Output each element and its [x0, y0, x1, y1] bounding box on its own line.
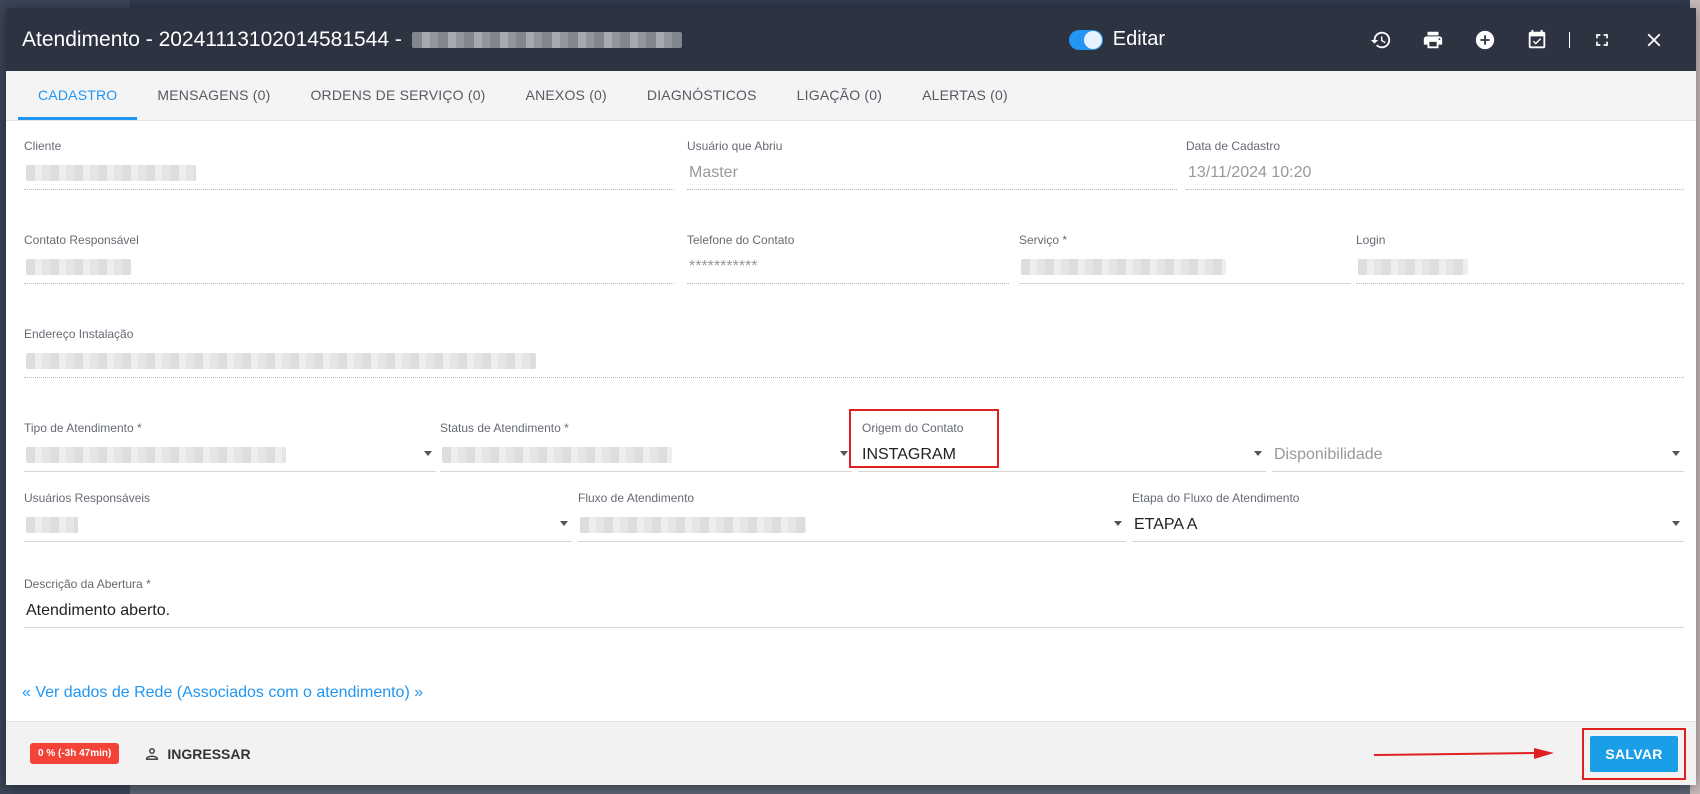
- descricao-abertura-value: Atendimento aberto.: [26, 602, 171, 619]
- redacted-cliente: [26, 165, 196, 181]
- tipo-atendimento-select[interactable]: Tipo de Atendimento *: [24, 421, 436, 475]
- usuario-abriu-value: Master: [689, 164, 738, 181]
- print-icon[interactable]: [1407, 20, 1459, 60]
- telefone-contato-label: Telefone do Contato: [687, 233, 795, 247]
- origem-contato-highlight: [849, 409, 999, 468]
- etapa-fluxo-select[interactable]: Etapa do Fluxo de Atendimento ETAPA A: [1132, 491, 1684, 545]
- usuario-abriu-label: Usuário que Abriu: [687, 139, 783, 153]
- status-atendimento-select[interactable]: Status de Atendimento *: [440, 421, 852, 475]
- sla-badge: 0 % (-3h 47min): [30, 743, 120, 764]
- modal-footer: 0 % (-3h 47min) INGRESSAR SALVAR: [6, 721, 1696, 785]
- redacted-usuarios: [26, 517, 78, 533]
- redacted-tipo-atendimento: [26, 447, 286, 463]
- redacted-contato: [26, 259, 131, 275]
- tab-alertas[interactable]: ALERTAS (0): [902, 70, 1028, 120]
- chevron-down-icon: [1254, 451, 1262, 456]
- endereco-field[interactable]: Endereço Instalação: [24, 327, 1684, 381]
- status-atendimento-label: Status de Atendimento *: [440, 421, 569, 435]
- tab-bar: CADASTRO MENSAGENS (0) ORDENS DE SERVIÇO…: [6, 71, 1696, 121]
- data-cadastro-label: Data de Cadastro: [1186, 139, 1281, 153]
- etapa-fluxo-value: ETAPA A: [1134, 516, 1198, 533]
- contato-responsavel-field[interactable]: Contato Responsável: [24, 233, 674, 287]
- ingressar-button[interactable]: INGRESSAR: [143, 745, 251, 763]
- header-actions: [1355, 20, 1680, 60]
- edit-label: Editar: [1112, 28, 1165, 50]
- redacted-login: [1358, 259, 1468, 275]
- cadastro-form: Cliente Usuário que Abriu Master Data de…: [6, 121, 1696, 721]
- chevron-down-icon: [1672, 521, 1680, 526]
- usuarios-responsaveis-label: Usuários Responsáveis: [24, 491, 151, 505]
- chevron-down-icon: [1672, 451, 1680, 456]
- data-cadastro-value: 13/11/2024 10:20: [1188, 164, 1312, 181]
- disponibilidade-placeholder: Disponibilidade: [1274, 446, 1383, 463]
- redacted-fluxo: [580, 517, 806, 533]
- login-field[interactable]: Login: [1356, 233, 1684, 287]
- cliente-field[interactable]: Cliente: [24, 139, 674, 193]
- ingressar-label: INGRESSAR: [167, 745, 251, 762]
- servico-field[interactable]: Serviço *: [1019, 233, 1351, 287]
- tab-cadastro[interactable]: CADASTRO: [18, 70, 138, 120]
- modal-header: Atendimento - 20241113102014581544 - Edi…: [6, 8, 1696, 71]
- edit-switch[interactable]: [1068, 29, 1103, 50]
- tipo-atendimento-label: Tipo de Atendimento *: [24, 421, 142, 435]
- tab-anexos[interactable]: ANEXOS (0): [506, 70, 627, 120]
- network-data-link[interactable]: « Ver dados de Rede (Associados com o at…: [22, 684, 423, 702]
- login-label: Login: [1356, 233, 1386, 247]
- chevron-down-icon: [560, 521, 568, 526]
- history-icon[interactable]: [1355, 20, 1407, 60]
- contato-responsavel-label: Contato Responsável: [24, 233, 139, 247]
- add-circle-icon[interactable]: [1459, 20, 1511, 60]
- endereco-label: Endereço Instalação: [24, 327, 134, 341]
- atendimento-modal: Atendimento - 20241113102014581544 - Edi…: [6, 8, 1696, 785]
- close-icon[interactable]: [1628, 20, 1680, 60]
- chevron-down-icon: [424, 451, 432, 456]
- disponibilidade-select[interactable]: Disponibilidade: [1272, 421, 1684, 475]
- redacted-status-atendimento: [442, 447, 672, 463]
- calendar-check-icon[interactable]: [1511, 20, 1563, 60]
- redacted-servico: [1021, 259, 1226, 275]
- modal-title: Atendimento - 20241113102014581544 -: [22, 27, 402, 51]
- descricao-abertura-field[interactable]: Descrição da Abertura * Atendimento aber…: [24, 577, 1684, 631]
- person-icon: [146, 747, 159, 760]
- chevron-down-icon: [1114, 521, 1122, 526]
- fluxo-atendimento-select[interactable]: Fluxo de Atendimento: [578, 491, 1126, 545]
- telefone-contato-value: ***********: [689, 258, 758, 275]
- data-cadastro-field: Data de Cadastro 13/11/2024 10:20: [1186, 139, 1684, 193]
- tab-diagnosticos[interactable]: DIAGNÓSTICOS: [627, 70, 777, 120]
- tab-mensagens[interactable]: MENSAGENS (0): [137, 70, 290, 120]
- descricao-abertura-label: Descrição da Abertura *: [24, 577, 151, 591]
- tab-ordens-servico[interactable]: ORDENS DE SERVIÇO (0): [290, 70, 505, 120]
- header-separator: [1569, 31, 1570, 48]
- save-button[interactable]: SALVAR: [1590, 736, 1678, 772]
- etapa-fluxo-label: Etapa do Fluxo de Atendimento: [1132, 491, 1300, 505]
- red-arrow-annotation: [1374, 748, 1554, 759]
- telefone-contato-field[interactable]: Telefone do Contato ***********: [687, 233, 1009, 287]
- tab-ligacao[interactable]: LIGAÇÃO (0): [777, 70, 902, 120]
- fullscreen-icon[interactable]: [1576, 20, 1628, 60]
- fluxo-atendimento-label: Fluxo de Atendimento: [578, 491, 695, 505]
- edit-toggle[interactable]: Editar: [1068, 28, 1165, 51]
- usuarios-responsaveis-select[interactable]: Usuários Responsáveis: [24, 491, 572, 545]
- redacted-endereco: [26, 353, 536, 369]
- chevron-down-icon: [840, 451, 848, 456]
- cliente-label: Cliente: [24, 139, 62, 153]
- usuario-abriu-field: Usuário que Abriu Master: [687, 139, 1177, 193]
- redacted-title-text: [411, 31, 682, 48]
- servico-label: Serviço *: [1019, 233, 1068, 247]
